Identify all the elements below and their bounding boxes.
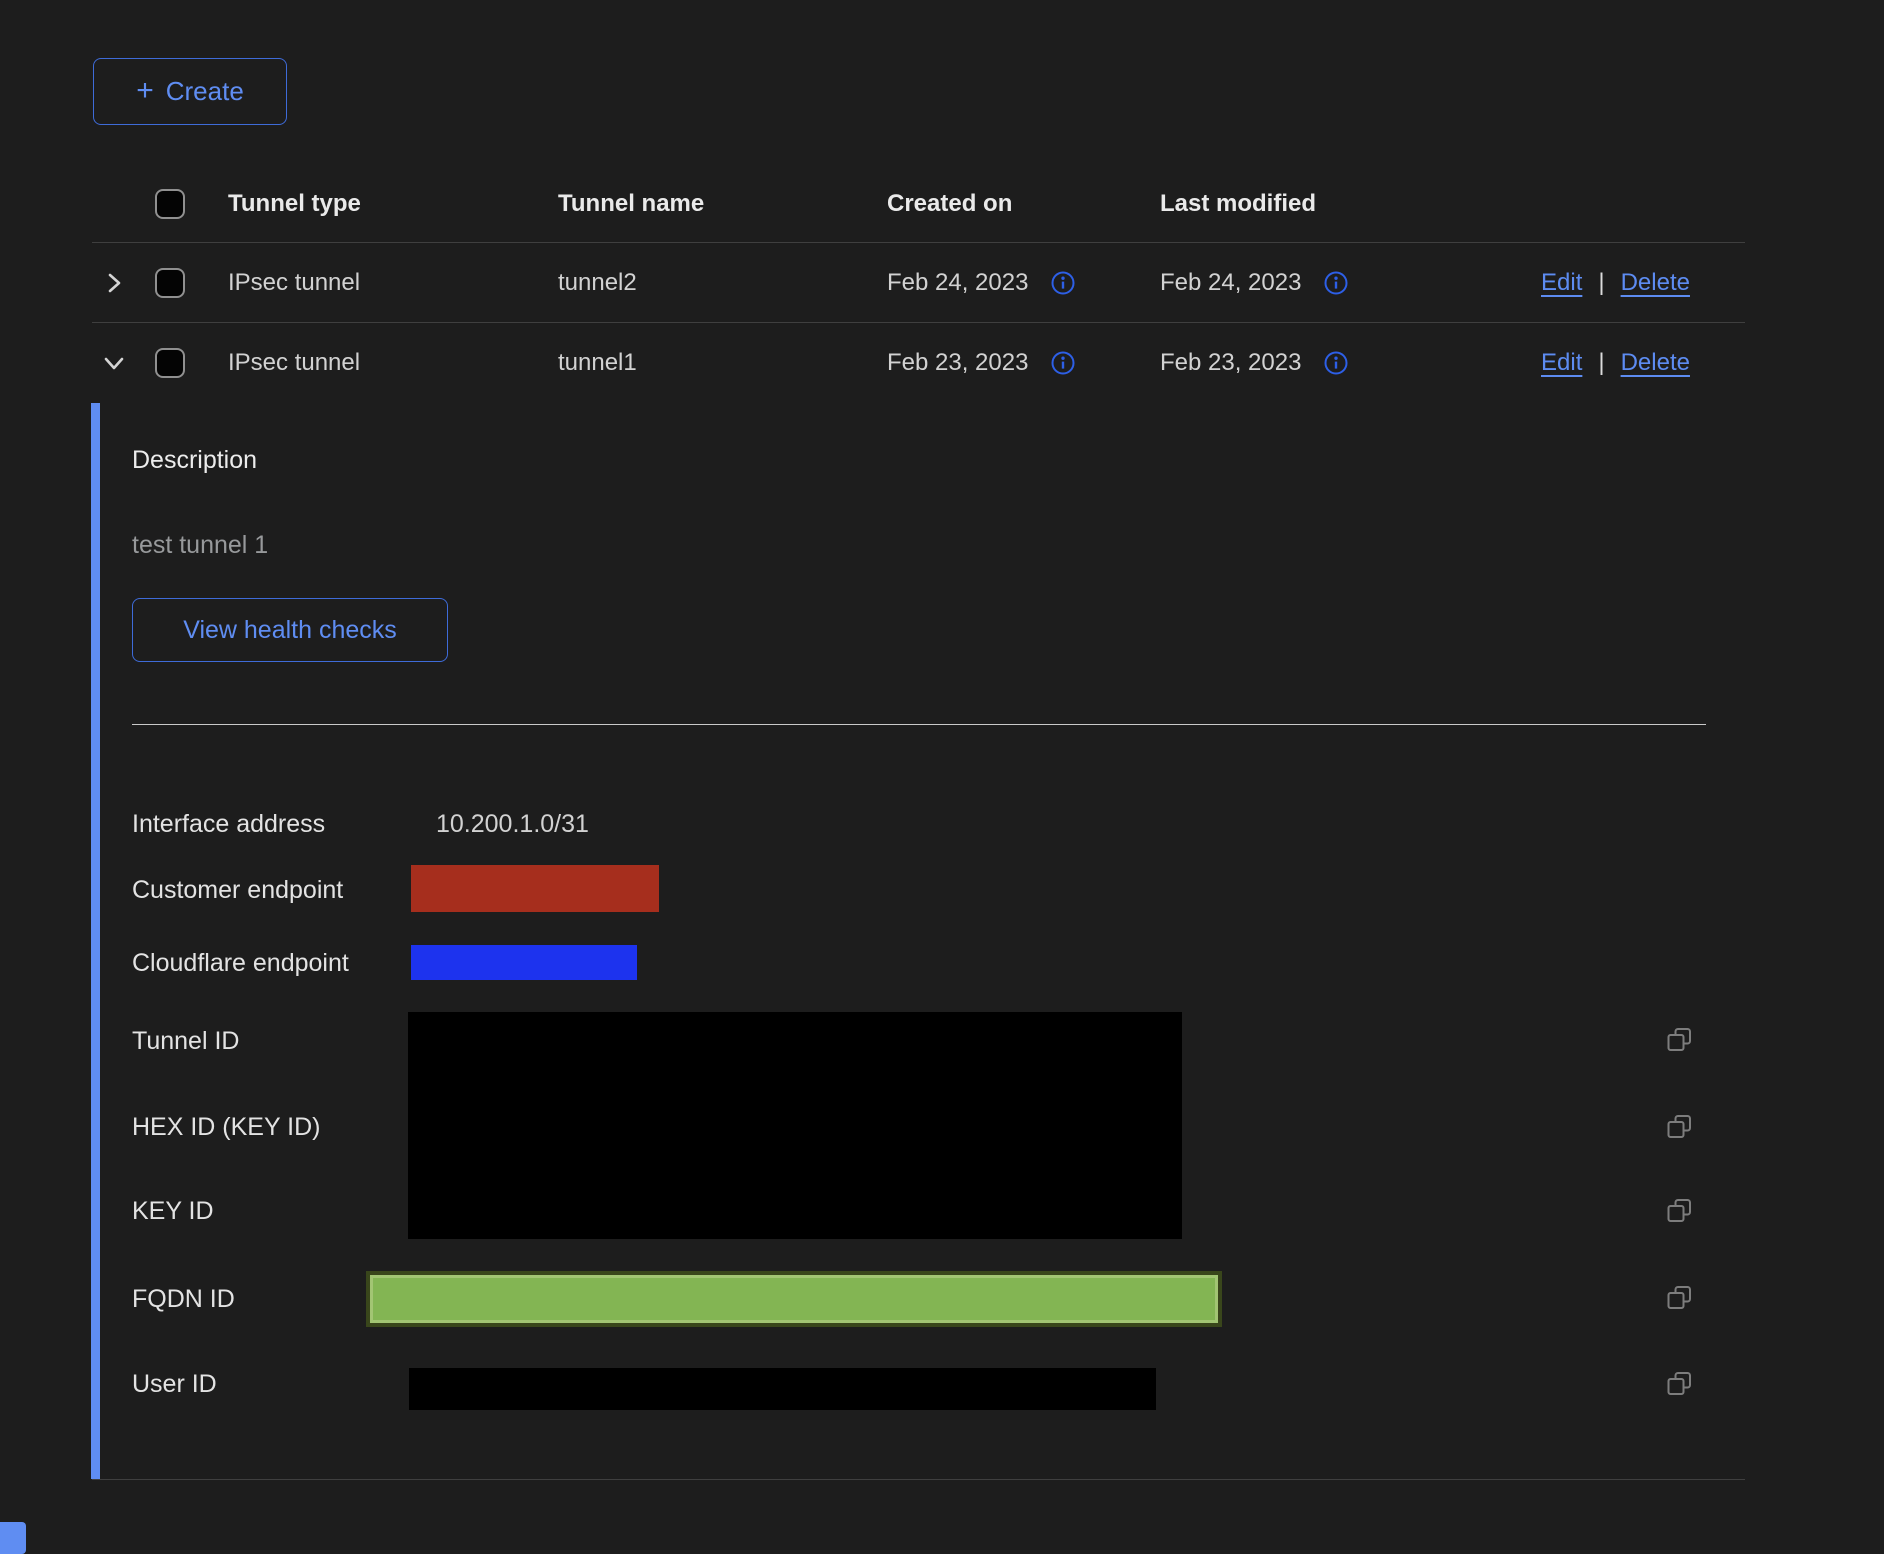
collapse-chevron-down-icon[interactable]	[100, 349, 128, 377]
description-label: Description	[132, 446, 257, 475]
copy-icon[interactable]	[1666, 1284, 1694, 1315]
fqdn-id-redacted-value	[366, 1271, 1222, 1327]
copy-icon[interactable]	[1666, 1197, 1694, 1228]
action-separator: |	[1598, 269, 1604, 297]
column-header-tunnel-name: Tunnel name	[558, 190, 704, 218]
create-button-label: Create	[166, 76, 244, 107]
table-bottom-divider	[92, 1479, 1745, 1480]
column-header-tunnel-type: Tunnel type	[228, 190, 361, 218]
copy-icon[interactable]	[1666, 1026, 1694, 1057]
ids-redacted-value	[408, 1012, 1182, 1239]
last-modified-cell: Feb 23, 2023	[1160, 349, 1301, 377]
table-header-row: Tunnel type Tunnel name Created on Last …	[92, 165, 1745, 243]
last-modified-cell: Feb 24, 2023	[1160, 269, 1301, 297]
view-health-checks-button[interactable]: View health checks	[132, 598, 448, 662]
user-id-label: User ID	[132, 1370, 217, 1399]
interface-address-value: 10.200.1.0/31	[436, 810, 589, 839]
customer-endpoint-redacted-value	[411, 865, 659, 912]
column-header-last-modified: Last modified	[1160, 190, 1316, 218]
create-button[interactable]: + Create	[93, 58, 287, 125]
edit-link[interactable]: Edit	[1541, 349, 1582, 377]
row-checkbox[interactable]	[155, 348, 185, 378]
info-icon[interactable]	[1323, 270, 1349, 296]
tunnel-name-cell: tunnel2	[558, 269, 637, 297]
created-on-cell: Feb 23, 2023	[887, 349, 1028, 377]
key-id-label: KEY ID	[132, 1197, 214, 1226]
row-checkbox[interactable]	[155, 268, 185, 298]
info-icon[interactable]	[1050, 270, 1076, 296]
delete-link[interactable]: Delete	[1621, 269, 1690, 297]
fqdn-id-label: FQDN ID	[132, 1285, 235, 1314]
info-icon[interactable]	[1323, 350, 1349, 376]
plus-icon: +	[136, 76, 154, 106]
delete-link[interactable]: Delete	[1621, 349, 1690, 377]
tunnel-id-label: Tunnel ID	[132, 1027, 239, 1056]
table-row: IPsec tunnel tunnel2 Feb 24, 2023 Feb 24…	[92, 243, 1745, 323]
expanded-row-accent-bar	[91, 403, 100, 1479]
copy-icon[interactable]	[1666, 1113, 1694, 1144]
info-icon[interactable]	[1050, 350, 1076, 376]
action-separator: |	[1598, 349, 1604, 377]
tunnel-type-cell: IPsec tunnel	[228, 349, 360, 377]
interface-address-label: Interface address	[132, 810, 325, 839]
hex-id-label: HEX ID (KEY ID)	[132, 1113, 320, 1142]
created-on-cell: Feb 24, 2023	[887, 269, 1028, 297]
tunnel-name-cell: tunnel1	[558, 349, 637, 377]
table-row: IPsec tunnel tunnel1 Feb 23, 2023 Feb 23…	[92, 323, 1745, 403]
tunnel-type-cell: IPsec tunnel	[228, 269, 360, 297]
panel-divider	[132, 724, 1706, 725]
expand-chevron-right-icon[interactable]	[100, 269, 128, 297]
cloudflare-endpoint-redacted-value	[411, 945, 637, 980]
next-row-accent-bar-partial	[0, 1522, 26, 1554]
column-header-created-on: Created on	[887, 190, 1012, 218]
user-id-redacted-value	[409, 1368, 1156, 1410]
description-value: test tunnel 1	[132, 531, 268, 560]
customer-endpoint-label: Customer endpoint	[132, 876, 343, 905]
copy-icon[interactable]	[1666, 1370, 1694, 1401]
edit-link[interactable]: Edit	[1541, 269, 1582, 297]
select-all-checkbox[interactable]	[155, 189, 185, 219]
cloudflare-endpoint-label: Cloudflare endpoint	[132, 949, 349, 978]
